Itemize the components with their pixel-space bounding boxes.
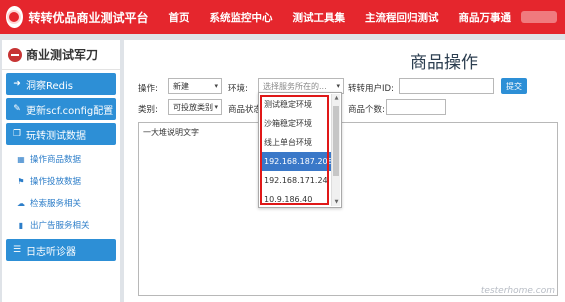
- main-panel: 商品操作 操作: 新建 ▾ 环境: 选择服务所在的... ▾ 转转用户ID: 提…: [124, 40, 565, 302]
- nav-monitor[interactable]: 系统监控中心: [200, 10, 283, 25]
- watermark: testerhome.com: [480, 286, 555, 296]
- chevron-down-icon: ▾: [214, 103, 218, 111]
- knife-icon: [8, 47, 22, 62]
- env-option[interactable]: 测试稳定环境: [261, 95, 331, 114]
- env-option-selected[interactable]: 192.168.187.208: [261, 152, 333, 171]
- status-label: 商品状态: [228, 105, 263, 115]
- count-input[interactable]: [386, 99, 446, 115]
- operation-value: 新建: [173, 81, 189, 91]
- operation-label: 操作:: [138, 84, 158, 94]
- scrollbar-thumb[interactable]: [333, 106, 339, 176]
- user-id-label: 转转用户ID:: [348, 84, 394, 94]
- env-option[interactable]: 192.168.171.24: [261, 171, 331, 190]
- sidebar-item-label: 日志听诊器: [26, 246, 76, 258]
- brand-title: 转转优品商业测试平台: [28, 10, 149, 25]
- sidebar-sub-ad-data[interactable]: ⚑ 操作投放数据: [2, 170, 120, 192]
- sidebar-item-log[interactable]: ☰ 日志听诊器: [6, 239, 116, 261]
- nav-regression[interactable]: 主流程回归测试: [355, 10, 449, 25]
- signal-icon: ▮: [18, 220, 24, 230]
- grid-icon: ▦: [17, 154, 25, 164]
- nav-home[interactable]: 首页: [159, 10, 200, 25]
- chevron-down-icon: ▾: [214, 82, 218, 90]
- sidebar-item-config[interactable]: ✎ 更新scf.config配置: [6, 98, 116, 120]
- env-dropdown[interactable]: 测试稳定环境 沙箱稳定环境 线上单台环境 192.168.187.208 192…: [258, 92, 342, 208]
- sidebar-header: 商业测试军刀: [2, 40, 120, 70]
- env-option-list: 测试稳定环境 沙箱稳定环境 线上单台环境 192.168.187.208 192…: [261, 95, 333, 209]
- logo-icon: [6, 6, 23, 28]
- sidebar-sub-product-data[interactable]: ▦ 操作商品数据: [2, 148, 120, 170]
- sidebar-title: 商业测试军刀: [26, 48, 99, 62]
- copy-icon: ❐: [12, 129, 22, 139]
- user-info-blurred[interactable]: [521, 11, 557, 23]
- sidebar: 商业测试军刀 ➜ 洞察Redis ✎ 更新scf.config配置 ❐ 玩转测试…: [2, 40, 120, 302]
- category-label: 类别:: [138, 105, 158, 115]
- sidebar-item-test-data[interactable]: ❐ 玩转测试数据: [6, 123, 116, 145]
- scroll-up-icon[interactable]: ▲: [332, 95, 341, 101]
- env-placeholder: 选择服务所在的...: [263, 81, 327, 91]
- sidebar-sub-label: 操作投放数据: [30, 177, 82, 187]
- sidebar-sub-search-service[interactable]: ☁ 检索服务相关: [2, 192, 120, 214]
- count-label: 商品个数:: [348, 105, 385, 115]
- dropdown-scrollbar[interactable]: ▲ ▼: [331, 94, 340, 206]
- sidebar-sub-label: 检索服务相关: [30, 199, 82, 209]
- chevron-down-icon: ▾: [336, 82, 340, 90]
- env-label: 环境:: [228, 84, 248, 94]
- top-bar: 转转优品商业测试平台 首页 系统监控中心 测试工具集 主流程回归测试 商品万事通: [0, 0, 565, 34]
- nav-product[interactable]: 商品万事通: [449, 10, 522, 25]
- flag-icon: ⚑: [17, 176, 25, 186]
- sidebar-item-label: 洞察Redis: [26, 80, 73, 92]
- list-icon: ☰: [12, 245, 22, 255]
- description-textarea[interactable]: 一大堆说明文字: [138, 122, 558, 296]
- nav-tools[interactable]: 测试工具集: [283, 10, 356, 25]
- env-option[interactable]: 沙箱稳定环境: [261, 114, 331, 133]
- sidebar-item-label: 更新scf.config配置: [26, 105, 114, 117]
- sidebar-sub-label: 出广告服务相关: [30, 221, 90, 231]
- main-nav: 首页 系统监控中心 测试工具集 主流程回归测试 商品万事通: [159, 10, 522, 25]
- operation-select[interactable]: 新建 ▾: [168, 78, 222, 94]
- circle-arrow-icon: ➜: [13, 79, 21, 89]
- user-id-input[interactable]: [399, 78, 494, 94]
- category-value: 可投放类别: [173, 102, 213, 112]
- env-option[interactable]: 线上单台环境: [261, 133, 331, 152]
- env-option[interactable]: 10.9.186.40: [261, 190, 331, 209]
- edit-icon: ✎: [13, 104, 21, 114]
- sidebar-item-redis[interactable]: ➜ 洞察Redis: [6, 73, 116, 95]
- sidebar-item-label: 玩转测试数据: [26, 130, 86, 142]
- cloud-icon: ☁: [17, 198, 25, 208]
- page-title: 商品操作: [410, 53, 478, 73]
- submit-button[interactable]: 提交: [501, 78, 527, 94]
- category-select[interactable]: 可投放类别 ▾: [168, 99, 222, 115]
- sidebar-sub-ad-service[interactable]: ▮ 出广告服务相关: [2, 214, 120, 236]
- description-text: 一大堆说明文字: [143, 128, 199, 137]
- sidebar-sub-label: 操作商品数据: [30, 155, 82, 165]
- scroll-down-icon[interactable]: ▼: [332, 199, 341, 205]
